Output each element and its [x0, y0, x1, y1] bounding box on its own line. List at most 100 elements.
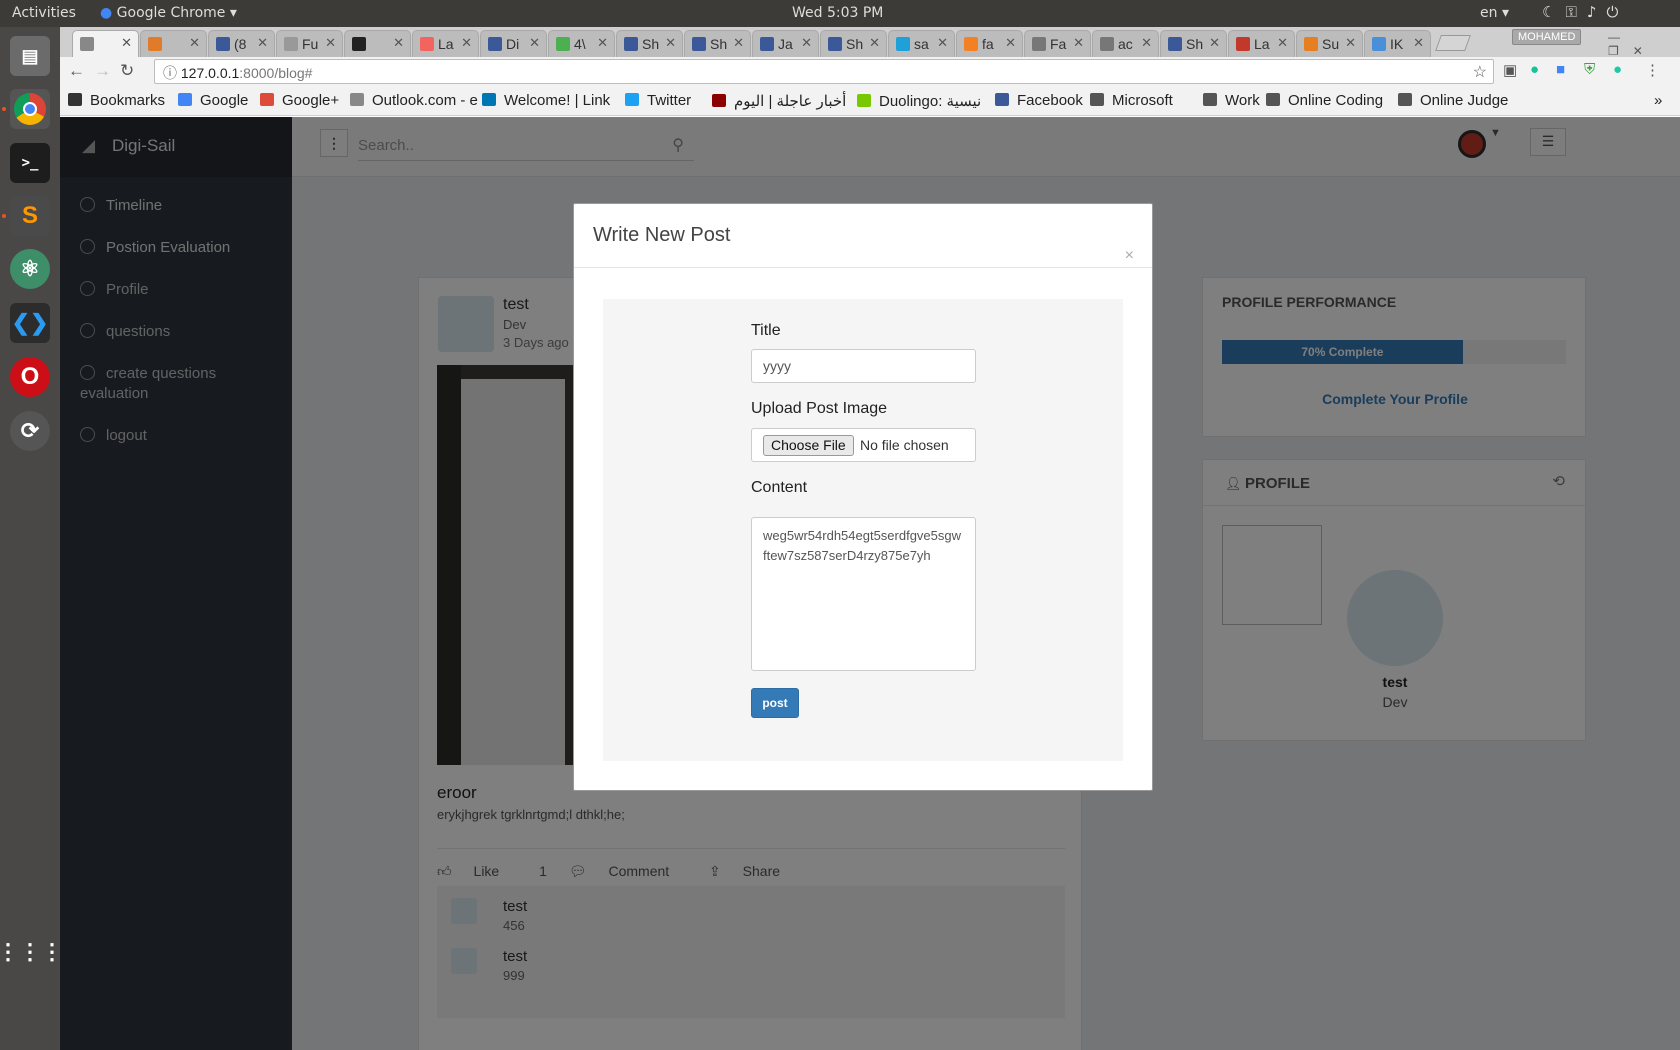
bookmark-item[interactable]: Duolingo: نيسية [857, 92, 981, 110]
software-updater-icon[interactable]: ⟳ [10, 411, 50, 451]
tab-close-icon[interactable]: ✕ [529, 35, 540, 51]
browser-tab[interactable]: Sh ✕ [820, 30, 887, 57]
bookmark-item[interactable]: Outlook.com - e [350, 92, 478, 109]
browser-tab[interactable]: Sh ✕ [1160, 30, 1227, 57]
sublime-text-icon[interactable]: S [10, 196, 50, 236]
extension-icon[interactable]: ▣ [1503, 61, 1517, 79]
tab-label: IK [1390, 36, 1404, 52]
browser-tab[interactable]: Di ✕ [480, 30, 547, 57]
bookmark-item[interactable]: Facebook [995, 92, 1083, 109]
translate-icon[interactable]: ■ [1556, 61, 1565, 78]
bookmark-item[interactable]: Bookmarks [68, 92, 165, 109]
bookmark-item[interactable]: Welcome! | Link [482, 92, 610, 109]
language-indicator[interactable]: en ▾ [1480, 5, 1509, 21]
opera-icon[interactable]: O [10, 357, 50, 397]
system-tray[interactable]: ☾⚿♪⏻ [1542, 3, 1628, 21]
tab-close-icon[interactable]: ✕ [1277, 35, 1288, 51]
browser-tab[interactable]: sa ✕ [888, 30, 955, 57]
browser-tab[interactable]: Su ✕ [1296, 30, 1363, 57]
browser-tab[interactable]: Sh ✕ [616, 30, 683, 57]
bookmark-item[interactable]: Google [178, 92, 248, 109]
close-window-icon[interactable]: ✕ [1633, 44, 1657, 58]
choose-file-button[interactable]: Choose File [763, 435, 854, 456]
forward-icon[interactable]: → [94, 61, 111, 81]
browser-tab[interactable]: Fa ✕ [1024, 30, 1091, 57]
bookmark-label: Duolingo: نيسية [879, 93, 982, 110]
window-controls[interactable]: —❐✕ [1608, 30, 1680, 58]
chrome-menu-icon[interactable]: ⋮ [1645, 61, 1660, 79]
tab-close-icon[interactable]: ✕ [1073, 35, 1084, 51]
files-icon[interactable]: ▤ [10, 36, 50, 76]
content-textarea[interactable]: weg5wr54rdh54egt5serdfgve5sgwftew7sz587s… [751, 517, 976, 671]
browser-tab[interactable]: La ✕ [412, 30, 479, 57]
app-menu[interactable]: ● Google Chrome ▾ [100, 5, 237, 21]
browser-tab[interactable]: Sh ✕ [684, 30, 751, 57]
minimize-icon[interactable]: — [1608, 30, 1634, 44]
tab-close-icon[interactable]: ✕ [1005, 35, 1016, 51]
tab-favicon [1100, 37, 1114, 51]
grammarly-icon[interactable]: ● [1530, 61, 1539, 78]
atom-icon[interactable]: ⚛ [10, 249, 50, 289]
bookmark-item[interactable]: Online Judge [1398, 92, 1508, 109]
title-input[interactable]: yyyy [751, 349, 976, 383]
info-icon[interactable]: ⓘ [163, 65, 177, 81]
chrome-icon[interactable] [10, 89, 50, 129]
browser-tab[interactable]: (8 ✕ [208, 30, 275, 57]
tab-close-icon[interactable]: ✕ [665, 35, 676, 51]
tab-close-icon[interactable]: ✕ [1345, 35, 1356, 51]
back-icon[interactable]: ← [68, 61, 85, 81]
activities-button[interactable]: Activities [12, 5, 76, 21]
address-bar[interactable]: ⓘ 127.0.0.1:8000/blog# ☆ [154, 59, 1494, 84]
bookmark-label: Outlook.com - e [372, 92, 478, 109]
browser-tab[interactable]: ✕ [72, 30, 139, 58]
show-applications-icon[interactable]: ⋮⋮⋮ [0, 932, 63, 972]
bookmarks-overflow-icon[interactable]: » [1654, 92, 1662, 109]
new-tab-button[interactable] [1435, 35, 1471, 51]
browser-tab[interactable]: ✕ [344, 30, 411, 57]
tab-close-icon[interactable]: ✕ [325, 35, 336, 51]
browser-tab[interactable]: La ✕ [1228, 30, 1295, 57]
bookmark-item[interactable]: Twitter [625, 92, 691, 109]
tab-close-icon[interactable]: ✕ [733, 35, 744, 51]
browser-tab[interactable]: 4\ ✕ [548, 30, 615, 57]
tab-close-icon[interactable]: ✕ [121, 35, 132, 51]
post-form: Title yyyy Upload Post Image Choose File… [603, 299, 1123, 761]
tab-close-icon[interactable]: ✕ [1209, 35, 1220, 51]
reload-icon[interactable]: ↻ [120, 61, 134, 81]
bookmark-item[interactable]: Microsoft [1090, 92, 1173, 109]
tab-close-icon[interactable]: ✕ [189, 35, 200, 51]
restore-icon[interactable]: ❐ [1608, 44, 1633, 58]
terminal-icon[interactable]: >_ [10, 143, 50, 183]
bookmark-item[interactable]: Online Coding [1266, 92, 1383, 109]
tab-favicon [964, 37, 978, 51]
image-file-input[interactable]: Choose File No file chosen [751, 428, 976, 462]
bookmark-favicon [260, 93, 274, 106]
browser-tab[interactable]: ac ✕ [1092, 30, 1159, 57]
tab-close-icon[interactable]: ✕ [869, 35, 880, 51]
tab-close-icon[interactable]: ✕ [937, 35, 948, 51]
vscode-icon[interactable]: ❮❯ [10, 303, 50, 343]
browser-tab[interactable]: ✕ [140, 30, 207, 57]
bookmark-item[interactable]: أخبار عاجلة | اليوم [712, 92, 846, 110]
profile-badge[interactable]: MOHAMED [1512, 29, 1582, 45]
tab-close-icon[interactable]: ✕ [257, 35, 268, 51]
shield-icon[interactable]: ⛨ [1584, 61, 1595, 78]
bookmark-item[interactable]: Google+ [260, 92, 339, 109]
browser-tab[interactable]: Ja ✕ [752, 30, 819, 57]
browser-tab[interactable]: Fu ✕ [276, 30, 343, 57]
clock[interactable]: Wed 5:03 PM [792, 5, 883, 21]
tab-close-icon[interactable]: ✕ [801, 35, 812, 51]
close-icon[interactable]: × [1125, 248, 1134, 264]
browser-tab[interactable]: IK ✕ [1364, 30, 1431, 57]
bookmark-item[interactable]: Work [1203, 92, 1260, 109]
tab-close-icon[interactable]: ✕ [461, 35, 472, 51]
tab-close-icon[interactable]: ✕ [597, 35, 608, 51]
browser-tab[interactable]: fa ✕ [956, 30, 1023, 57]
bookmark-star-icon[interactable]: ☆ [1473, 62, 1487, 82]
tab-close-icon[interactable]: ✕ [393, 35, 404, 51]
title-label: Title [751, 322, 781, 339]
tab-close-icon[interactable]: ✕ [1413, 35, 1424, 51]
post-button[interactable]: post [751, 688, 799, 718]
tab-close-icon[interactable]: ✕ [1141, 35, 1152, 51]
extension-m-icon[interactable]: ● [1613, 61, 1622, 78]
